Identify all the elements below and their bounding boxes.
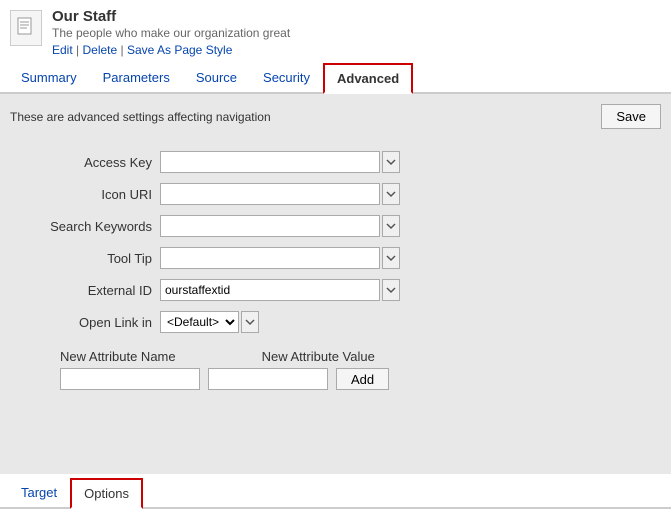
edit-link[interactable]: Edit <box>52 43 73 57</box>
form-row-external-id: External ID <box>30 279 641 301</box>
input-search-keywords[interactable] <box>160 215 380 237</box>
input-wrap-external-id <box>160 279 400 301</box>
form-row-tool-tip: Tool Tip <box>30 247 641 269</box>
input-access-key[interactable] <box>160 151 380 173</box>
select-open-link-in[interactable]: <Default> _blank _self _parent _top <box>160 311 239 333</box>
dropdown-external-id[interactable] <box>382 279 400 301</box>
tab-source[interactable]: Source <box>183 63 250 94</box>
content-description: These are advanced settings affecting na… <box>10 110 271 124</box>
form-row-icon-uri: Icon URI <box>30 183 641 205</box>
new-attribute-section: New Attribute Name New Attribute Value A… <box>30 349 641 390</box>
save-button[interactable]: Save <box>601 104 661 129</box>
form-row-search-keywords: Search Keywords <box>30 215 641 237</box>
label-new-attr-name: New Attribute Name <box>60 349 176 364</box>
bottom-tab-target[interactable]: Target <box>8 478 70 509</box>
select-wrap-open-link-in: <Default> _blank _self _parent _top <box>160 311 259 333</box>
input-wrap-tool-tip <box>160 247 400 269</box>
dropdown-tool-tip[interactable] <box>382 247 400 269</box>
page-title: Our Staff <box>52 8 290 25</box>
dropdown-open-link-in[interactable] <box>241 311 259 333</box>
input-external-id[interactable] <box>160 279 380 301</box>
label-external-id: External ID <box>30 283 160 298</box>
label-search-keywords: Search Keywords <box>30 219 160 234</box>
input-wrap-search-keywords <box>160 215 400 237</box>
save-as-page-style-link[interactable]: Save As Page Style <box>127 43 232 57</box>
input-tool-tip[interactable] <box>160 247 380 269</box>
content-header: These are advanced settings affecting na… <box>10 104 661 129</box>
form-row-access-key: Access Key <box>30 151 641 173</box>
bottom-tabs-bar: Target Options <box>0 478 671 509</box>
new-attr-labels: New Attribute Name New Attribute Value <box>60 349 641 364</box>
label-tool-tip: Tool Tip <box>30 251 160 266</box>
header-links: Edit | Delete | Save As Page Style <box>52 43 290 57</box>
input-icon-uri[interactable] <box>160 183 380 205</box>
tabs-bar: Summary Parameters Source Security Advan… <box>0 63 671 94</box>
tab-summary[interactable]: Summary <box>8 63 90 94</box>
header: Our Staff The people who make our organi… <box>0 0 671 61</box>
form-area: Access Key Icon URI <box>10 141 661 400</box>
input-new-attr-value[interactable] <box>208 368 328 390</box>
new-attr-inputs: Add <box>60 368 641 390</box>
label-access-key: Access Key <box>30 155 160 170</box>
tab-advanced[interactable]: Advanced <box>323 63 413 94</box>
label-icon-uri: Icon URI <box>30 187 160 202</box>
add-attribute-button[interactable]: Add <box>336 368 389 390</box>
dropdown-access-key[interactable] <box>382 151 400 173</box>
input-wrap-icon-uri <box>160 183 400 205</box>
delete-link[interactable]: Delete <box>82 43 117 57</box>
tab-security[interactable]: Security <box>250 63 323 94</box>
input-wrap-access-key <box>160 151 400 173</box>
page-subtitle: The people who make our organization gre… <box>52 26 290 40</box>
page-icon <box>10 10 42 46</box>
form-row-open-link-in: Open Link in <Default> _blank _self _par… <box>30 311 641 333</box>
dropdown-icon-uri[interactable] <box>382 183 400 205</box>
label-open-link-in: Open Link in <box>30 315 160 330</box>
content-area: These are advanced settings affecting na… <box>0 94 671 474</box>
bottom-tab-options[interactable]: Options <box>70 478 143 509</box>
tab-parameters[interactable]: Parameters <box>90 63 183 94</box>
dropdown-search-keywords[interactable] <box>382 215 400 237</box>
label-new-attr-value: New Attribute Value <box>262 349 375 364</box>
input-new-attr-name[interactable] <box>60 368 200 390</box>
